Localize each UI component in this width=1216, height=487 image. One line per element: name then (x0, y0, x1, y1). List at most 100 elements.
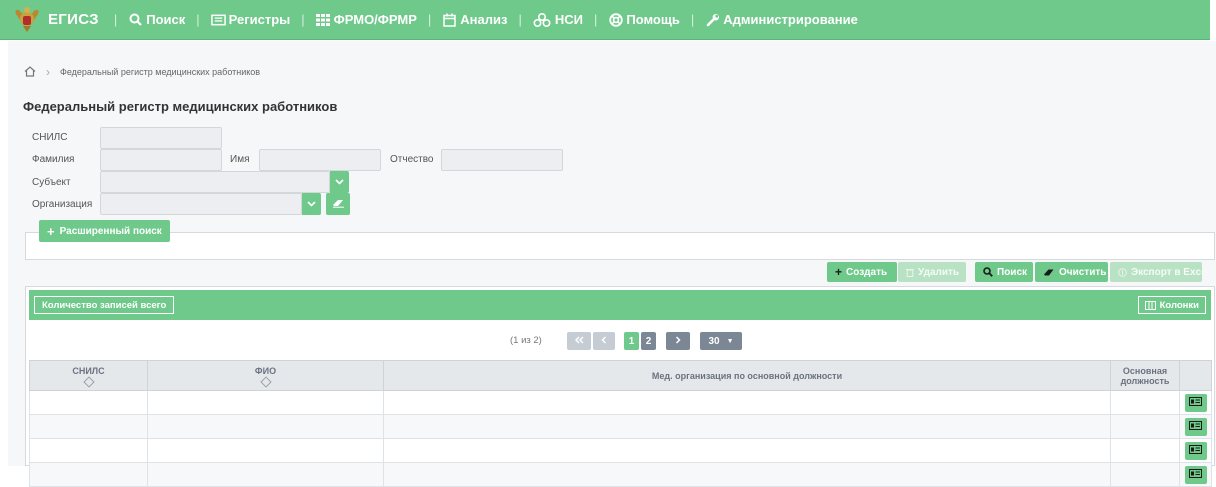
delete-button[interactable]: Удалить (898, 262, 966, 282)
trash-icon (906, 268, 914, 277)
subject-dropdown-button[interactable] (330, 171, 349, 193)
clear-button[interactable]: Очистить (1035, 262, 1108, 282)
organization-select[interactable] (100, 193, 302, 215)
nav-item-frmo-frmr[interactable]: ФРМО/ФРМР (308, 12, 425, 27)
sort-icon[interactable] (259, 375, 272, 388)
column-header-organization[interactable]: Мед. организация по основной должности (383, 360, 1111, 391)
cell-snils (29, 438, 148, 463)
chevron-down-icon (307, 198, 316, 210)
cell-position (1110, 390, 1180, 415)
create-button[interactable]: + Создать (827, 262, 897, 282)
subject-label: Субъект (32, 177, 71, 188)
eraser-icon (1043, 268, 1055, 277)
organization-clear-button[interactable] (326, 193, 350, 215)
view-card-button[interactable] (1184, 465, 1207, 484)
page-size-value: 30 (708, 335, 720, 347)
cell-organization (383, 414, 1111, 439)
id-card-icon (1189, 444, 1202, 457)
nav-item-registries[interactable]: Регистры (203, 12, 299, 27)
table-row[interactable] (29, 438, 1212, 463)
snils-field[interactable] (100, 127, 222, 149)
page-button-1[interactable]: 1 (624, 332, 639, 350)
breadcrumb-current[interactable]: Федеральный регистр медицинских работник… (60, 67, 260, 77)
caret-down-icon: ▼ (726, 337, 734, 345)
search-icon (983, 267, 993, 277)
page-button-2[interactable]: 2 (641, 332, 656, 350)
patronymic-field[interactable] (441, 149, 563, 171)
column-header-label: Основная (1122, 365, 1168, 376)
next-page-button[interactable] (666, 332, 690, 350)
sort-icon[interactable] (82, 375, 95, 388)
record-count-button[interactable]: Количество записей всего (34, 296, 175, 314)
nav-item-search[interactable]: Поиск (120, 12, 193, 27)
id-card-icon (1189, 420, 1202, 433)
lastname-label: Фамилия (32, 154, 75, 165)
double-chevron-left-icon (574, 335, 585, 347)
table-row[interactable] (29, 414, 1212, 439)
nav-item-analysis[interactable]: Анализ (434, 12, 515, 27)
export-icon (1118, 267, 1127, 277)
registry-icon (210, 12, 226, 27)
nav-separator: | (196, 12, 200, 27)
cell-organization (383, 438, 1111, 463)
organization-dropdown-button[interactable] (302, 193, 321, 215)
nav-item-label: Регистры (228, 12, 291, 27)
page-content: › Федеральный регистр медицинских работн… (8, 41, 1216, 487)
columns-button[interactable]: Колонки (1137, 296, 1206, 314)
cell-position (1110, 462, 1180, 487)
column-header-actions (1179, 360, 1212, 391)
view-card-button[interactable] (1184, 417, 1207, 436)
breadcrumb: › Федеральный регистр медицинских работн… (24, 65, 260, 79)
cell-actions (1179, 438, 1212, 463)
nav-item-label: Поиск (146, 12, 186, 27)
coat-of-arms-logo[interactable] (12, 5, 42, 35)
view-card-button[interactable] (1184, 393, 1207, 412)
export-label: Экспорт в Excel (1131, 266, 1210, 278)
nav-separator: | (690, 12, 695, 27)
cell-actions (1179, 390, 1212, 415)
column-header-snils[interactable]: СНИЛС (29, 360, 148, 391)
nav-item-help[interactable]: Помощь (600, 12, 687, 27)
export-excel-button[interactable]: Экспорт в Excel (1110, 262, 1209, 282)
firstname-field[interactable] (259, 149, 381, 171)
column-header-main-position[interactable]: Основная должность (1110, 360, 1180, 391)
column-header-fio[interactable]: ФИО (147, 360, 384, 391)
search-button[interactable]: Поиск (975, 262, 1033, 282)
chevron-right-icon (675, 335, 681, 347)
nav-item-label: ФРМО/ФРМР (333, 12, 417, 27)
results-grid: Количество записей всего Колонки (1 из 2… (25, 286, 1215, 487)
prev-page-button[interactable] (593, 332, 615, 350)
first-page-button[interactable] (567, 332, 591, 350)
plus-icon: + (835, 265, 843, 279)
view-card-button[interactable] (1184, 441, 1207, 460)
table-row[interactable] (29, 390, 1212, 415)
home-icon[interactable] (24, 65, 36, 79)
nav-item-administration[interactable]: Администрирование (697, 12, 866, 27)
column-header-label: должность (1120, 375, 1170, 386)
page-title: Федеральный регистр медицинских работник… (23, 99, 338, 114)
brand-title[interactable]: ЕГИСЗ (48, 11, 99, 28)
nav-item-label: Администрирование (723, 12, 858, 27)
cell-snils (29, 390, 148, 415)
nav-item-label: Помощь (626, 12, 680, 27)
calendar-icon (442, 12, 457, 27)
nav-item-label: НСИ (554, 12, 583, 27)
eraser-icon (332, 198, 345, 211)
cubes-icon (533, 12, 552, 27)
cell-position (1110, 414, 1180, 439)
search-label: Поиск (997, 266, 1028, 278)
advanced-search-button[interactable]: + Расширенный поиск (39, 220, 170, 242)
grid-icon (316, 12, 331, 27)
table-row[interactable] (29, 462, 1212, 487)
advanced-search-label: Расширенный поиск (59, 225, 162, 237)
cell-position (1110, 438, 1180, 463)
page-size-select[interactable]: 30 ▼ (700, 332, 742, 350)
clear-label: Очистить (1059, 266, 1107, 278)
snils-label: СНИЛС (32, 132, 68, 143)
grid-header-bar: Количество записей всего Колонки (29, 290, 1211, 320)
columns-icon (1144, 300, 1156, 310)
subject-select[interactable] (100, 171, 330, 193)
lastname-field[interactable] (100, 149, 222, 171)
nav-item-nsi[interactable]: НСИ (525, 12, 591, 27)
nav-separator: | (427, 12, 432, 27)
